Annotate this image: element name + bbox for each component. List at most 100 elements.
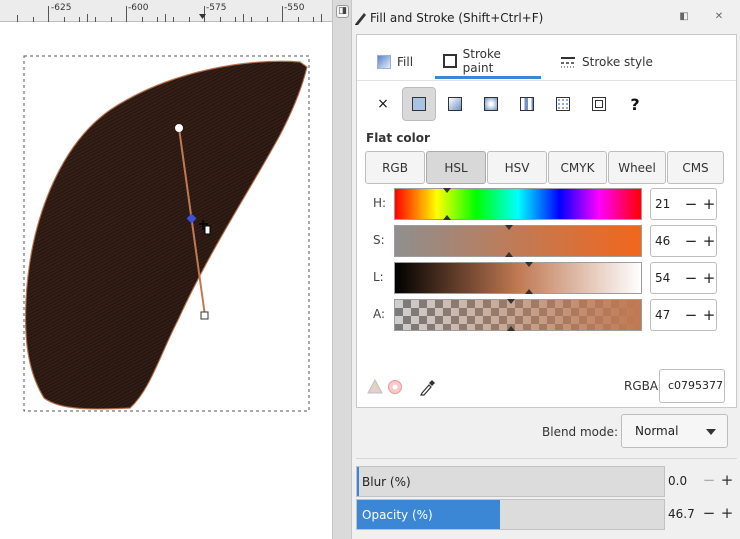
- blend-mode-select[interactable]: Normal: [621, 414, 728, 448]
- canvas-area[interactable]: -625 -600 -575 -550: [0, 0, 332, 539]
- mode-cms-button[interactable]: CMS: [667, 151, 724, 184]
- blur-row: Blur (%) 0.0 − +: [356, 466, 737, 497]
- stroke-paint-icon: [443, 53, 457, 68]
- hue-row: H: 21 − +: [357, 186, 736, 220]
- plus-icon[interactable]: +: [702, 195, 716, 213]
- minus-icon[interactable]: −: [684, 306, 698, 324]
- close-icon[interactable]: ✕: [712, 10, 726, 24]
- lightness-row: L: 54 − +: [357, 260, 736, 294]
- saturation-label: S:: [373, 233, 385, 247]
- opacity-value[interactable]: 46.7: [668, 507, 695, 521]
- gradient-start-handle[interactable]: [175, 124, 183, 132]
- minus-icon[interactable]: −: [684, 195, 698, 213]
- paint-none-button[interactable]: ×: [366, 87, 400, 121]
- alpha-value[interactable]: 47: [655, 308, 670, 322]
- chevron-down-icon: [706, 429, 716, 435]
- minus-icon[interactable]: −: [684, 232, 698, 250]
- mode-wheel-button[interactable]: Wheel: [608, 151, 666, 184]
- dock-collapse-icon[interactable]: ◨: [336, 5, 349, 18]
- unset-icon: ?: [630, 94, 640, 114]
- blend-mode-row: Blend mode: Normal: [356, 414, 737, 450]
- plus-icon[interactable]: +: [702, 306, 716, 324]
- saturation-slider[interactable]: [394, 225, 642, 257]
- paint-pattern-button[interactable]: [546, 87, 580, 121]
- alpha-gradient: [395, 300, 641, 330]
- minus-icon[interactable]: −: [684, 269, 698, 287]
- paint-swatch-button[interactable]: [582, 87, 616, 121]
- horizontal-ruler[interactable]: -625 -600 -575 -550: [0, 0, 332, 22]
- blur-slider[interactable]: Blur (%): [356, 466, 665, 497]
- paint-linear-gradient-button[interactable]: [438, 87, 472, 121]
- tab-label: Stroke paint: [462, 46, 501, 75]
- tab-fill[interactable]: Fill: [369, 45, 421, 79]
- lightness-slider[interactable]: [394, 262, 642, 294]
- dialog-titlebar: Fill and Stroke (Shift+Ctrl+F) ◧ ✕: [352, 0, 740, 34]
- dock-divider[interactable]: ◨: [332, 0, 352, 539]
- blur-value[interactable]: 0.0: [668, 474, 687, 488]
- gradient-end-handle[interactable]: [200, 311, 209, 320]
- opacity-slider[interactable]: Opacity (%): [356, 499, 665, 530]
- opacity-label: Opacity (%): [362, 508, 433, 522]
- mode-hsv-button[interactable]: HSV: [487, 151, 547, 184]
- slider-knob[interactable]: [443, 215, 451, 220]
- alpha-label: A:: [373, 307, 386, 321]
- tab-stroke-paint[interactable]: Stroke paint: [435, 45, 541, 79]
- alpha-row: A: 47 − +: [357, 297, 736, 331]
- opacity-row: Opacity (%) 46.7 − +: [356, 499, 737, 530]
- hue-slider[interactable]: [394, 188, 642, 220]
- none-icon: ×: [377, 96, 389, 112]
- out-of-gamut-icon[interactable]: [387, 379, 403, 395]
- mode-hsl-button[interactable]: HSL: [426, 151, 486, 184]
- hue-value[interactable]: 21: [655, 197, 670, 211]
- minus-icon[interactable]: −: [702, 471, 716, 489]
- color-tools-row: RGBA: c0795377: [357, 369, 736, 405]
- slider-knob[interactable]: [507, 299, 515, 304]
- separator: [356, 458, 737, 459]
- slider-knob[interactable]: [525, 289, 533, 294]
- slider-knob[interactable]: [443, 188, 451, 193]
- drawing-canvas[interactable]: [0, 0, 332, 539]
- color-managed-icon[interactable]: [367, 379, 383, 395]
- saturation-value[interactable]: 46: [655, 234, 670, 248]
- plus-icon[interactable]: +: [720, 504, 734, 522]
- fill-icon: [377, 55, 391, 69]
- ruler-ticks: [17, 6, 322, 22]
- paint-mesh-gradient-button[interactable]: [510, 87, 544, 121]
- alpha-slider[interactable]: [394, 299, 642, 331]
- slider-knob[interactable]: [505, 252, 513, 257]
- eyedropper-icon[interactable]: [419, 378, 435, 396]
- rgba-input[interactable]: c0795377: [659, 369, 725, 403]
- alpha-spinbox[interactable]: 47 − +: [650, 299, 717, 331]
- paint-unset-button[interactable]: ?: [618, 87, 652, 121]
- feather-shading: [25, 61, 308, 409]
- paint-flat-color-button[interactable]: [402, 87, 436, 121]
- paint-radial-gradient-button[interactable]: [474, 87, 508, 121]
- slider-knob[interactable]: [505, 225, 513, 230]
- color-mode-selector: RGB HSL HSV CMYK Wheel CMS: [365, 151, 725, 185]
- hue-spinbox[interactable]: 21 − +: [650, 188, 717, 220]
- dock-icon[interactable]: ◧: [677, 10, 691, 24]
- tab-stroke-style[interactable]: Stroke style: [552, 45, 661, 79]
- tab-label: Fill: [397, 55, 414, 69]
- pattern-icon: [556, 97, 570, 111]
- mode-cmyk-button[interactable]: CMYK: [548, 151, 607, 184]
- fill-stroke-panel: Fill Stroke paint Stroke style × ? Flat …: [356, 34, 737, 408]
- lightness-value[interactable]: 54: [655, 271, 670, 285]
- tab-bar: Fill Stroke paint Stroke style: [357, 35, 736, 81]
- minus-icon[interactable]: −: [702, 504, 716, 522]
- mesh-gradient-icon: [520, 97, 534, 111]
- stroke-style-icon: [561, 57, 575, 68]
- hue-label: H:: [373, 196, 387, 210]
- plus-icon[interactable]: +: [702, 232, 716, 250]
- plus-icon[interactable]: +: [720, 471, 734, 489]
- lightness-spinbox[interactable]: 54 − +: [650, 262, 717, 294]
- saturation-spinbox[interactable]: 46 − +: [650, 225, 717, 257]
- blend-mode-value: Normal: [635, 424, 679, 438]
- blur-fill: [357, 467, 359, 496]
- slider-knob[interactable]: [507, 326, 515, 331]
- plus-icon[interactable]: +: [702, 269, 716, 287]
- rgba-label: RGBA:: [624, 379, 662, 393]
- mode-rgb-button[interactable]: RGB: [365, 151, 425, 184]
- tab-label: Stroke style: [582, 55, 653, 69]
- slider-knob[interactable]: [525, 262, 533, 267]
